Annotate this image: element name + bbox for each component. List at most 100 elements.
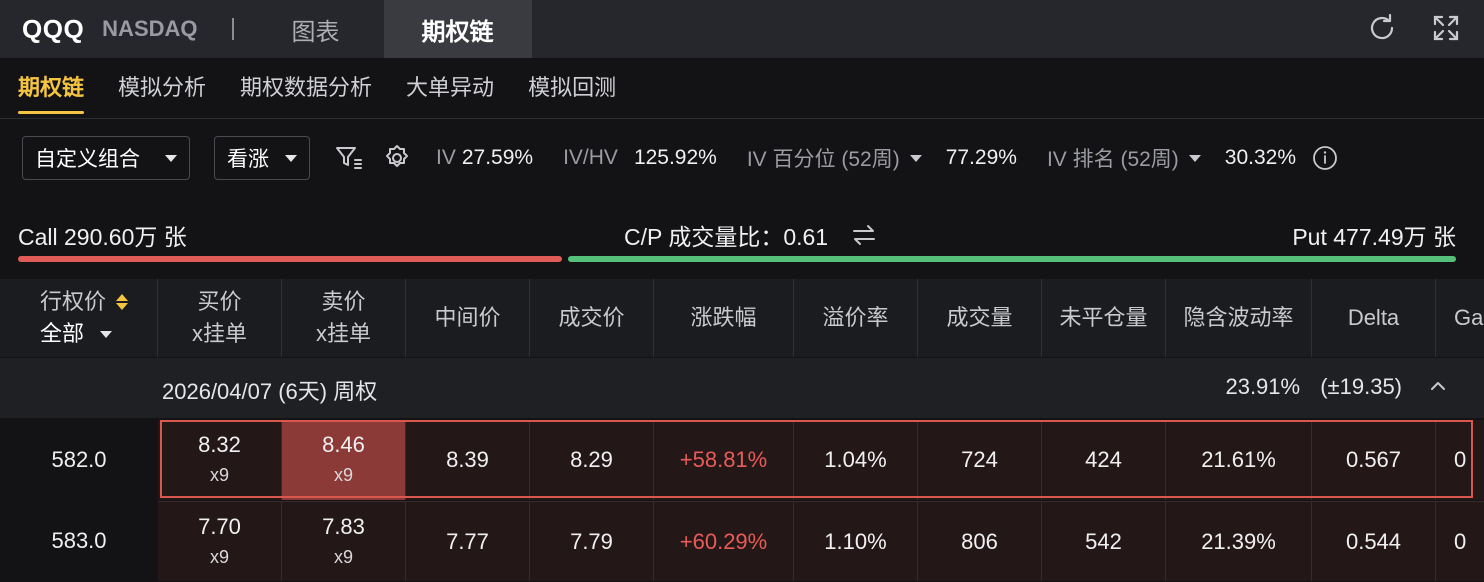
iv-percentile-label: IV 百分位 (52周)	[746, 148, 900, 171]
expiry-group-row[interactable]: 2026/04/07 (6天) 周权 23.91% (±19.35)	[0, 358, 1484, 418]
column-header-delta[interactable]: Delta	[1312, 279, 1436, 357]
strike-header[interactable]: 行权价 全部	[0, 279, 158, 357]
column-header-label: 未平仓量	[1059, 305, 1148, 330]
volume-cell: 806	[918, 501, 1042, 581]
iv-rank-value: 30.32%	[1224, 146, 1297, 169]
bid-price: 8.32	[198, 432, 241, 457]
tab-chart[interactable]: 图表	[248, 0, 384, 58]
put-volume-bar	[568, 256, 1456, 262]
call-volume: Call 290.60万 张	[18, 224, 187, 250]
table-row[interactable]: 582.0 8.32 x9 8.46 x9 8.39 8.29 +58.81% …	[0, 420, 1484, 500]
strike-cell: 582.0	[0, 420, 158, 500]
sort-icon[interactable]	[116, 294, 129, 310]
swap-icon[interactable]	[850, 223, 878, 247]
column-header-change[interactable]: 涨跌幅	[654, 279, 794, 357]
column-header-gamma[interactable]: Ga	[1436, 279, 1484, 357]
mid-cell: 8.39	[406, 420, 530, 500]
strike-header-label: 行权价	[40, 289, 107, 314]
iv-metric: IV 27.59%	[436, 146, 533, 170]
divider	[231, 18, 234, 40]
iv-rank-label: IV 排名 (52周)	[1046, 148, 1179, 171]
column-header-open-interest[interactable]: 未平仓量	[1042, 279, 1166, 357]
iv-cell: 21.39%	[1166, 501, 1312, 581]
subnav-unusual-activity[interactable]: 大单异动	[406, 70, 494, 110]
bid-size: x9	[209, 546, 229, 567]
iv-value: 27.59%	[461, 146, 534, 169]
column-header-bid[interactable]: 买价 x挂单	[158, 279, 282, 357]
chevron-down-icon	[165, 154, 177, 162]
expiry-iv-value: 23.91%	[1225, 374, 1301, 399]
tab-option-chain[interactable]: 期权链	[383, 0, 532, 58]
column-header-label: Ga	[1454, 305, 1484, 330]
strategy-select[interactable]: 自定义组合	[22, 136, 190, 180]
info-icon[interactable]	[1312, 145, 1338, 171]
divider	[0, 118, 1484, 119]
ask-cell[interactable]: 8.46 x9	[282, 420, 406, 500]
chevron-up-icon[interactable]	[1428, 376, 1448, 402]
last-cell: 7.79	[530, 501, 654, 581]
ticker-symbol: QQQ	[22, 13, 85, 44]
ask-cell[interactable]: 7.83 x9	[282, 501, 406, 581]
iv-label: IV	[436, 146, 456, 169]
delta-cell: 0.567	[1312, 420, 1436, 500]
strike-cell: 583.0	[0, 501, 158, 581]
column-header-sublabel: x挂单	[315, 321, 371, 346]
subnav-option-data[interactable]: 期权数据分析	[240, 70, 372, 110]
iv-cell: 21.61%	[1166, 420, 1312, 500]
refresh-icon[interactable]	[1366, 12, 1398, 44]
ask-size: x9	[333, 546, 353, 567]
column-header-ask[interactable]: 卖价 x挂单	[282, 279, 406, 357]
column-header-label: 成交价	[558, 305, 625, 330]
open-interest-cell: 424	[1042, 420, 1166, 500]
subnav-simulation[interactable]: 模拟分析	[118, 70, 206, 110]
gamma-cell: 0	[1436, 501, 1484, 581]
subnav-option-chain[interactable]: 期权链	[18, 70, 85, 114]
call-volume-bar	[18, 256, 562, 262]
fullscreen-icon[interactable]	[1430, 12, 1462, 44]
gear-icon[interactable]	[382, 143, 412, 173]
ask-size: x9	[333, 465, 353, 485]
table-header: 行权价 全部 买价 x挂单 卖价 x挂单 中间价 成交价 涨跌幅 溢价率 成交量…	[0, 279, 1484, 357]
column-header-premium[interactable]: 溢价率	[794, 279, 918, 357]
chevron-down-icon	[100, 330, 113, 338]
iv-percentile-metric[interactable]: IV 百分位 (52周) 77.29%	[747, 143, 1017, 173]
column-header-iv[interactable]: 隐含波动率	[1166, 279, 1312, 357]
expiry-label: 2026/04/07 (6天) 周权	[162, 379, 378, 404]
ivhv-value: 125.92%	[633, 146, 717, 169]
last-cell: 8.29	[530, 420, 654, 500]
table-row[interactable]: 583.0 7.70 x9 7.83 x9 7.77 7.79 +60.29% …	[0, 501, 1484, 581]
strike-filter-select[interactable]: 全部	[40, 318, 113, 350]
subnav-backtest[interactable]: 模拟回测	[528, 70, 616, 110]
ivhv-label: IV/HV	[563, 146, 618, 169]
bid-cell[interactable]: 7.70 x9	[158, 501, 282, 581]
exchange-name: NASDAQ	[102, 16, 198, 41]
iv-rank-metric[interactable]: IV 排名 (52周) 30.32%	[1047, 143, 1296, 173]
column-header-mid[interactable]: 中间价	[406, 279, 530, 357]
ask-price: 7.83	[322, 513, 365, 539]
direction-select[interactable]: 看涨	[214, 136, 310, 180]
ivhv-metric: IV/HV 125.92%	[563, 146, 717, 170]
filter-icon[interactable]	[334, 144, 364, 172]
strategy-select-label: 自定义组合	[35, 148, 140, 171]
change-cell: +58.81%	[654, 420, 794, 500]
column-header-label: 卖价	[321, 289, 366, 314]
cp-volume-summary: Call 290.60万 张 C/P 成交量比：0.61 Put 477.49万…	[0, 212, 1484, 262]
bid-size: x9	[209, 465, 229, 485]
direction-select-label: 看涨	[227, 148, 269, 171]
filter-bar: 自定义组合 看涨 IV 27.59% IV/HV 125.92% IV 百分位 …	[22, 134, 1338, 182]
premium-cell: 1.10%	[794, 501, 918, 581]
put-volume: Put 477.49万 张	[1292, 224, 1456, 250]
strike-filter-label: 全部	[40, 321, 85, 346]
column-header-last[interactable]: 成交价	[530, 279, 654, 357]
column-header-volume[interactable]: 成交量	[918, 279, 1042, 357]
sub-nav: 期权链 模拟分析 期权数据分析 大单异动 模拟回测	[18, 70, 616, 114]
bid-price: 7.70	[198, 513, 241, 539]
mid-cell: 7.77	[406, 501, 530, 581]
chevron-down-icon	[1188, 154, 1201, 162]
open-interest-cell: 542	[1042, 501, 1166, 581]
column-header-label: 成交量	[946, 305, 1013, 330]
delta-cell: 0.544	[1312, 501, 1436, 581]
bid-cell[interactable]: 8.32 x9	[158, 420, 282, 500]
chevron-down-icon	[285, 154, 297, 162]
premium-cell: 1.04%	[794, 420, 918, 500]
